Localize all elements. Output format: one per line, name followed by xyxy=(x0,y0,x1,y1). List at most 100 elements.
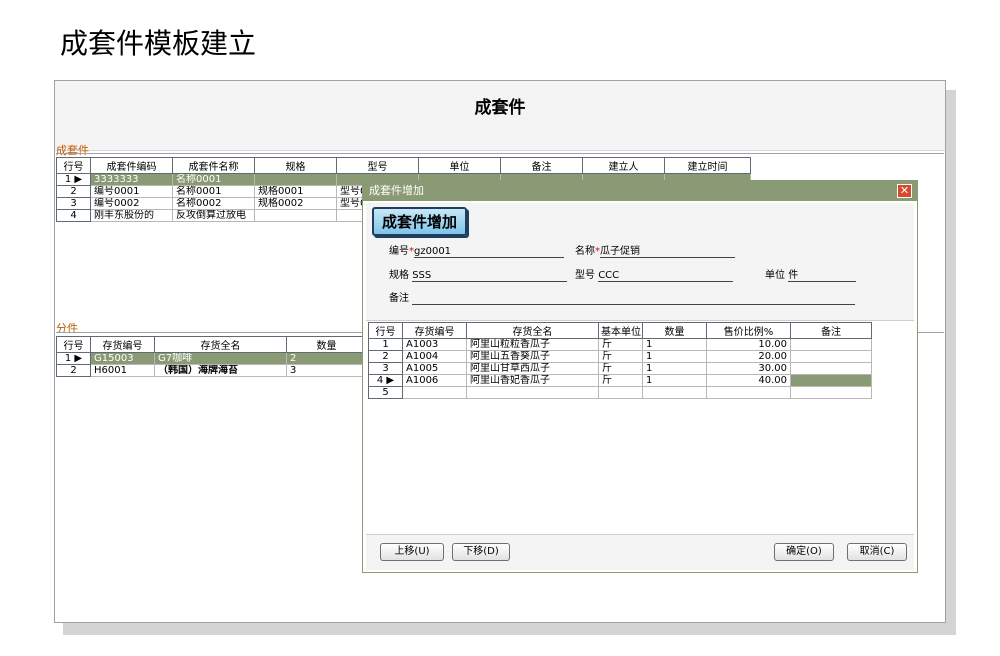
table-cell[interactable] xyxy=(598,386,643,399)
column-header[interactable]: 售价比例% xyxy=(706,322,791,339)
table-cell[interactable] xyxy=(254,209,337,222)
table-cell[interactable]: 1 xyxy=(642,338,707,351)
column-header[interactable]: 备注 xyxy=(500,157,583,174)
code-input[interactable]: gz0001 xyxy=(414,245,564,258)
row-number-cell[interactable]: 2 xyxy=(56,185,91,198)
table-cell[interactable]: 斤 xyxy=(598,338,643,351)
table-cell[interactable]: A1005 xyxy=(402,362,467,375)
table-cell[interactable]: G7咖啡 xyxy=(154,352,287,365)
column-header[interactable]: 建立人 xyxy=(582,157,665,174)
kit-add-button[interactable]: 成套件增加 xyxy=(372,207,468,236)
column-header[interactable]: 成套件名称 xyxy=(172,157,255,174)
column-header[interactable]: 存货编号 xyxy=(402,322,467,339)
table-cell[interactable]: 阿里山粒粒香瓜子 xyxy=(466,338,599,351)
row-number-cell[interactable]: 2 xyxy=(56,364,91,377)
table-row[interactable]: 5 xyxy=(368,386,872,399)
row-number-cell[interactable]: 1 ▶ xyxy=(56,173,91,186)
dialog-titlebar[interactable]: 成套件增加 ✕ xyxy=(363,181,917,201)
table-cell[interactable]: 编号0001 xyxy=(90,185,173,198)
table-cell[interactable]: 1 xyxy=(642,374,707,387)
table-cell[interactable] xyxy=(642,386,707,399)
table-cell[interactable]: A1004 xyxy=(402,350,467,363)
name-input[interactable]: 瓜子促销 xyxy=(600,245,735,258)
table-row[interactable]: 3 A1005 阿里山甘草西瓜子 斤 1 30.00 xyxy=(368,362,872,375)
table-cell[interactable]: 40.00 xyxy=(706,374,791,387)
table-cell[interactable] xyxy=(254,173,337,186)
model-field[interactable]: 型号 CCC xyxy=(575,269,734,283)
table-cell[interactable]: A1003 xyxy=(402,338,467,351)
table-cell[interactable] xyxy=(790,386,872,399)
row-number-cell[interactable]: 1 xyxy=(368,338,403,351)
table-cell[interactable]: 名称0001 xyxy=(172,173,255,186)
table-cell[interactable]: 斤 xyxy=(598,350,643,363)
table-cell[interactable]: 反攻倒算过放电 xyxy=(172,209,255,222)
table-cell[interactable] xyxy=(790,350,872,363)
column-header[interactable]: 行号 xyxy=(56,157,91,174)
table-cell-active[interactable] xyxy=(790,374,872,387)
column-header[interactable]: 基本单位 xyxy=(598,322,643,339)
row-number-cell[interactable]: 3 xyxy=(368,362,403,375)
row-number-cell[interactable]: 1 ▶ xyxy=(56,352,91,365)
unit-input[interactable]: 件 xyxy=(788,269,857,282)
spec-field[interactable]: 规格 SSS xyxy=(389,269,568,283)
move-up-button[interactable]: 上移(U) xyxy=(380,543,444,561)
table-cell[interactable]: H6001 xyxy=(90,364,155,377)
row-number-cell[interactable]: 5 xyxy=(368,386,403,399)
table-cell[interactable]: 规格0002 xyxy=(254,197,337,210)
unit-field[interactable]: 单位 件 xyxy=(765,269,857,283)
column-header[interactable]: 单位 xyxy=(418,157,501,174)
table-cell[interactable]: 3 xyxy=(286,364,367,377)
column-header[interactable]: 备注 xyxy=(790,322,872,339)
confirm-button[interactable]: 确定(O) xyxy=(774,543,834,561)
column-header[interactable]: 成套件编码 xyxy=(90,157,173,174)
table-cell[interactable]: 1 xyxy=(642,350,707,363)
column-header[interactable]: 存货全名 xyxy=(154,336,287,353)
table-cell[interactable]: 阿里山香妃香瓜子 xyxy=(466,374,599,387)
table-cell[interactable]: G15003 xyxy=(90,352,155,365)
close-icon[interactable]: ✕ xyxy=(897,184,912,198)
table-cell[interactable] xyxy=(402,386,467,399)
table-cell[interactable] xyxy=(790,362,872,375)
column-header[interactable]: 存货编号 xyxy=(90,336,155,353)
table-cell[interactable]: 2 xyxy=(286,352,367,365)
code-field[interactable]: 编号*gz0001 xyxy=(389,245,564,259)
column-header[interactable]: 数量 xyxy=(642,322,707,339)
column-header[interactable]: 建立时间 xyxy=(664,157,751,174)
table-row[interactable]: 2 A1004 阿里山五香葵瓜子 斤 1 20.00 xyxy=(368,350,872,363)
table-row[interactable]: 4 ▶ A1006 阿里山香妃香瓜子 斤 1 40.00 xyxy=(368,374,872,387)
note-field[interactable]: 备注 xyxy=(389,292,856,306)
table-cell[interactable]: （韩国）海牌海苔 xyxy=(154,364,287,377)
table-cell[interactable]: 阿里山五香葵瓜子 xyxy=(466,350,599,363)
table-cell[interactable] xyxy=(790,338,872,351)
column-header[interactable]: 行号 xyxy=(56,336,91,353)
column-header[interactable]: 存货全名 xyxy=(466,322,599,339)
table-row[interactable]: 2 H6001 （韩国）海牌海苔 3 xyxy=(56,364,367,377)
name-field[interactable]: 名称*瓜子促销 xyxy=(575,245,735,259)
table-cell[interactable]: 阿里山甘草西瓜子 xyxy=(466,362,599,375)
column-header[interactable]: 数量 xyxy=(286,336,367,353)
table-cell[interactable]: 编号0002 xyxy=(90,197,173,210)
row-number-cell[interactable]: 3 xyxy=(56,197,91,210)
row-number-cell[interactable]: 4 xyxy=(56,209,91,222)
row-number-cell[interactable]: 2 xyxy=(368,350,403,363)
table-cell[interactable]: 斤 xyxy=(598,362,643,375)
note-input[interactable] xyxy=(412,292,856,305)
table-cell[interactable]: 刚丰东股份的 xyxy=(90,209,173,222)
table-cell[interactable]: 10.00 xyxy=(706,338,791,351)
table-cell[interactable]: 规格0001 xyxy=(254,185,337,198)
table-cell[interactable] xyxy=(706,386,791,399)
table-row[interactable]: 1 A1003 阿里山粒粒香瓜子 斤 1 10.00 xyxy=(368,338,872,351)
spec-input[interactable]: SSS xyxy=(412,269,568,282)
column-header[interactable]: 行号 xyxy=(368,322,403,339)
row-number-cell[interactable]: 4 ▶ xyxy=(368,374,403,387)
table-cell[interactable]: 30.00 xyxy=(706,362,791,375)
table-cell[interactable] xyxy=(466,386,599,399)
table-cell[interactable]: 20.00 xyxy=(706,350,791,363)
move-down-button[interactable]: 下移(D) xyxy=(452,543,510,561)
column-header[interactable]: 规格 xyxy=(254,157,337,174)
model-input[interactable]: CCC xyxy=(598,269,734,282)
column-header[interactable]: 型号 xyxy=(336,157,419,174)
table-cell[interactable]: 3333333 xyxy=(90,173,173,186)
table-cell[interactable]: 名称0002 xyxy=(172,197,255,210)
cancel-button[interactable]: 取消(C) xyxy=(847,543,907,561)
